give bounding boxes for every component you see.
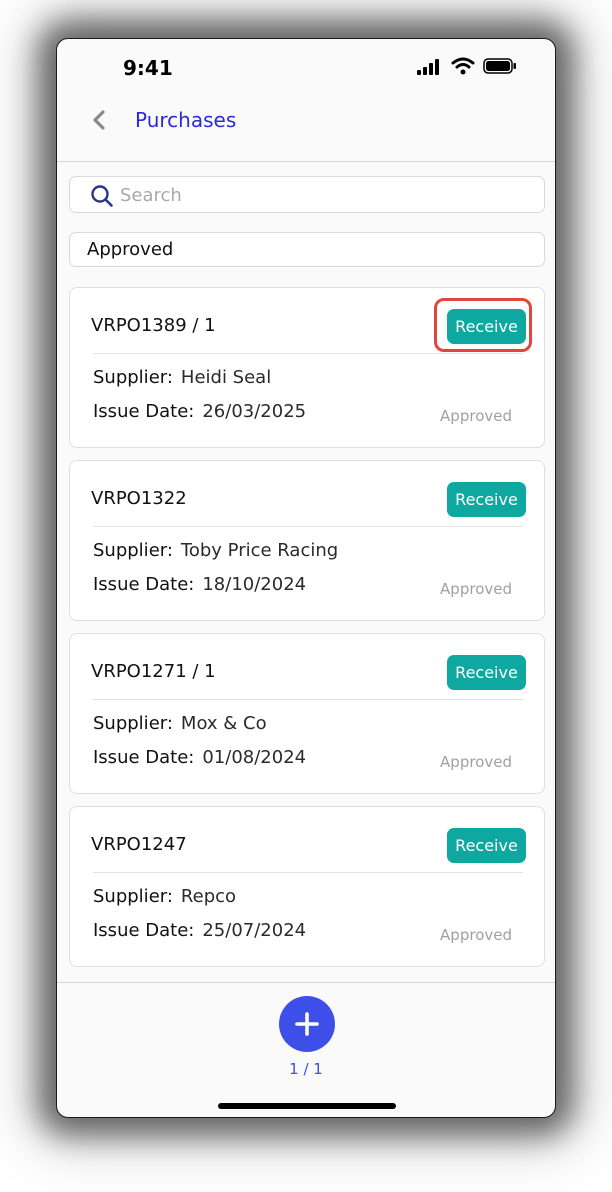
supplier-row: Supplier: Heidi Seal (93, 367, 271, 388)
add-purchase-button[interactable] (279, 996, 335, 1052)
nav-bar: Purchases (57, 95, 555, 162)
purchase-card[interactable]: VRPO1271 / 1 Receive Supplier: Mox & Co I… (69, 633, 545, 794)
plus-icon (295, 1012, 319, 1036)
supplier-row: Supplier: Repco (93, 886, 236, 907)
card-divider (93, 699, 523, 700)
page-indicator: 1 / 1 (289, 1060, 323, 1078)
supplier-value: Mox & Co (180, 713, 267, 734)
wifi-icon (451, 57, 475, 75)
supplier-row: Supplier: Mox & Co (93, 713, 267, 734)
po-number: VRPO1322 (91, 488, 187, 509)
issue-date-label: Issue Date: (93, 574, 195, 595)
issue-date-row: Issue Date: 25/07/2024 (93, 920, 306, 941)
po-number: VRPO1247 (91, 834, 187, 855)
status-text: Approved (440, 753, 512, 771)
status-filter-value: Approved (87, 239, 174, 260)
issue-date-row: Issue Date: 18/10/2024 (93, 574, 306, 595)
search-icon (91, 185, 113, 207)
chevron-left-icon (93, 110, 105, 130)
home-indicator (218, 1103, 396, 1109)
issue-date-value: 18/10/2024 (202, 574, 307, 595)
receive-button[interactable]: Receive (447, 655, 526, 690)
status-filter-select[interactable]: Approved (69, 232, 545, 267)
supplier-value: Toby Price Racing (180, 540, 339, 561)
issue-date-label: Issue Date: (93, 920, 195, 941)
issue-date-row: Issue Date: 26/03/2025 (93, 401, 306, 422)
receive-button[interactable]: Receive (447, 482, 526, 517)
supplier-row: Supplier: Toby Price Racing (93, 540, 338, 561)
supplier-value: Heidi Seal (180, 367, 272, 388)
purchase-card[interactable]: VRPO1322 Receive Supplier: Toby Price Rac… (69, 460, 545, 621)
issue-date-label: Issue Date: (93, 401, 195, 422)
receive-button[interactable]: Receive (447, 828, 526, 863)
supplier-label: Supplier: (93, 367, 173, 388)
issue-date-value: 25/07/2024 (202, 920, 307, 941)
status-text: Approved (440, 926, 512, 944)
issue-date-row: Issue Date: 01/08/2024 (93, 747, 306, 768)
supplier-label: Supplier: (93, 540, 173, 561)
status-bar: 9:41 (57, 39, 555, 95)
po-number: VRPO1389 / 1 (91, 315, 216, 336)
supplier-value: Repco (180, 886, 237, 907)
card-divider (93, 353, 523, 354)
issue-date-label: Issue Date: (93, 747, 195, 768)
back-button[interactable] (85, 105, 113, 135)
footer-divider (57, 982, 555, 983)
supplier-label: Supplier: (93, 713, 173, 734)
phone-screen: 9:41 Purchases Search Approved VRPO1389 … (56, 38, 556, 1118)
issue-date-value: 01/08/2024 (202, 747, 307, 768)
search-input[interactable] (120, 183, 520, 207)
purchase-card[interactable]: VRPO1247 Receive Supplier: Repco Issue Da… (69, 806, 545, 967)
supplier-label: Supplier: (93, 886, 173, 907)
status-text: Approved (440, 580, 512, 598)
status-time: 9:41 (123, 56, 173, 80)
status-text: Approved (440, 407, 512, 425)
purchase-card[interactable]: VRPO1389 / 1 Receive Supplier: Heidi Seal… (69, 287, 545, 448)
battery-icon (483, 58, 516, 74)
card-divider (93, 526, 523, 527)
po-number: VRPO1271 / 1 (91, 661, 216, 682)
page-title: Purchases (135, 108, 237, 132)
receive-button[interactable]: Receive (447, 309, 526, 344)
search-box[interactable] (69, 176, 545, 213)
signal-icon (417, 59, 439, 75)
card-divider (93, 872, 523, 873)
issue-date-value: 26/03/2025 (202, 401, 307, 422)
